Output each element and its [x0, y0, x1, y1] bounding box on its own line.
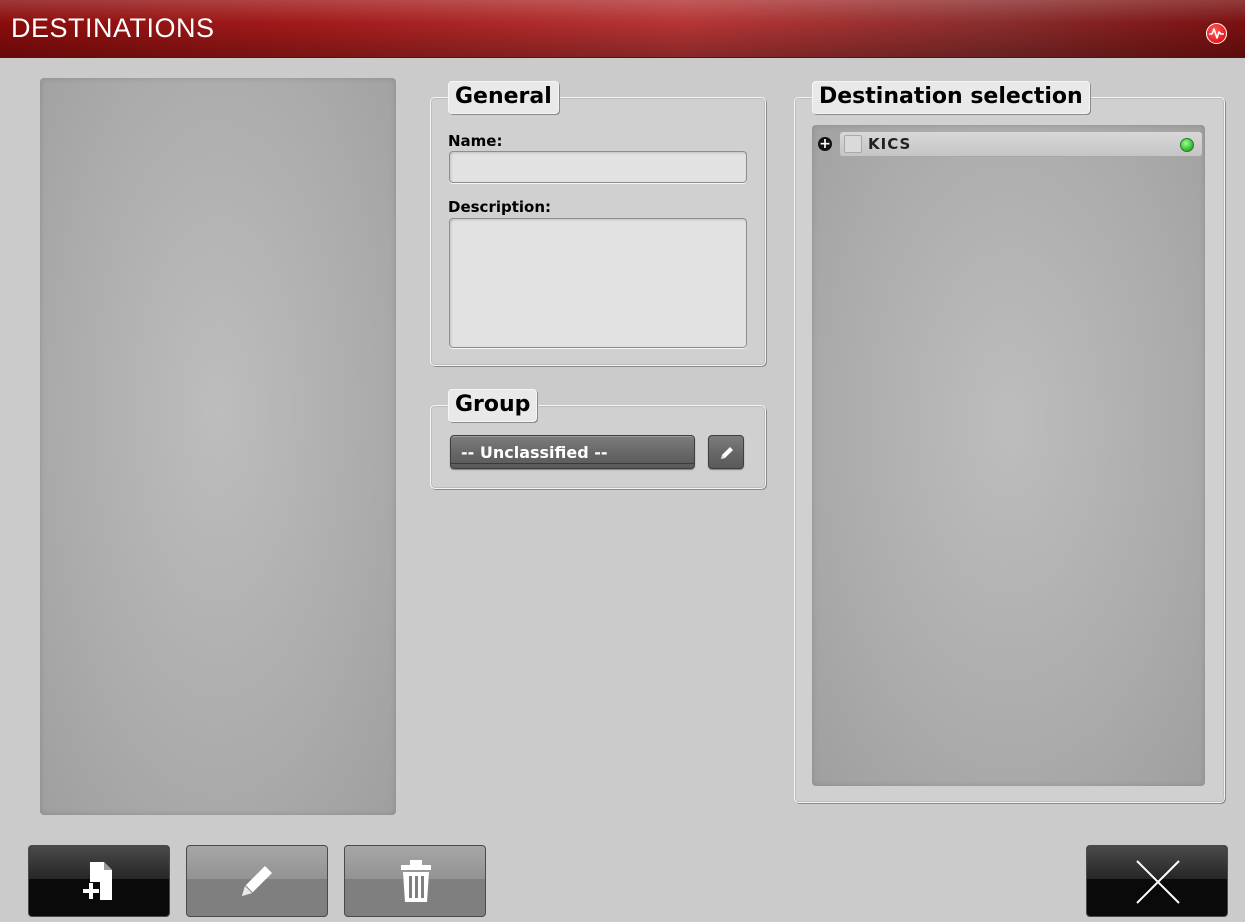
description-field[interactable]: [449, 218, 747, 348]
destination-name: KICS: [868, 135, 912, 153]
general-section: General Name: Description:: [430, 81, 766, 366]
edit-destination-button[interactable]: [186, 845, 328, 917]
list-item[interactable]: + KICS: [818, 129, 1202, 157]
destinations-list[interactable]: [40, 78, 396, 815]
window-title: DESTINATIONS: [11, 13, 215, 43]
close-icon: [1136, 860, 1180, 904]
group-select[interactable]: -- Unclassified --: [450, 435, 695, 469]
group-section: Group -- Unclassified --: [430, 389, 766, 489]
destination-row-bar: KICS: [840, 132, 1202, 157]
waveform-glyph: [1209, 28, 1224, 39]
pencil-icon: [242, 866, 272, 896]
name-label: Name:: [448, 132, 503, 150]
close-button[interactable]: [1086, 845, 1228, 917]
waveform-icon[interactable]: [1206, 23, 1227, 44]
edit-group-button[interactable]: [708, 435, 744, 469]
add-destination-button[interactable]: [28, 845, 170, 917]
general-legend: General: [448, 81, 559, 114]
destination-tree[interactable]: + KICS: [812, 125, 1205, 786]
group-select-underline: [451, 463, 694, 464]
destination-selection-section: Destination selection + KICS: [794, 81, 1225, 803]
trash-icon: [401, 860, 431, 902]
delete-destination-button[interactable]: [344, 845, 486, 917]
add-document-icon: [82, 862, 112, 900]
title-bar: DESTINATIONS: [0, 0, 1245, 58]
group-select-value: -- Unclassified --: [461, 443, 608, 462]
status-led-icon: [1180, 138, 1194, 152]
group-legend: Group: [448, 389, 538, 422]
description-label: Description:: [448, 198, 552, 216]
expand-icon[interactable]: +: [818, 137, 832, 151]
pencil-icon: [721, 447, 733, 459]
name-field[interactable]: [449, 151, 747, 183]
destination-selection-legend: Destination selection: [812, 81, 1090, 114]
destination-checkbox[interactable]: [844, 135, 862, 153]
